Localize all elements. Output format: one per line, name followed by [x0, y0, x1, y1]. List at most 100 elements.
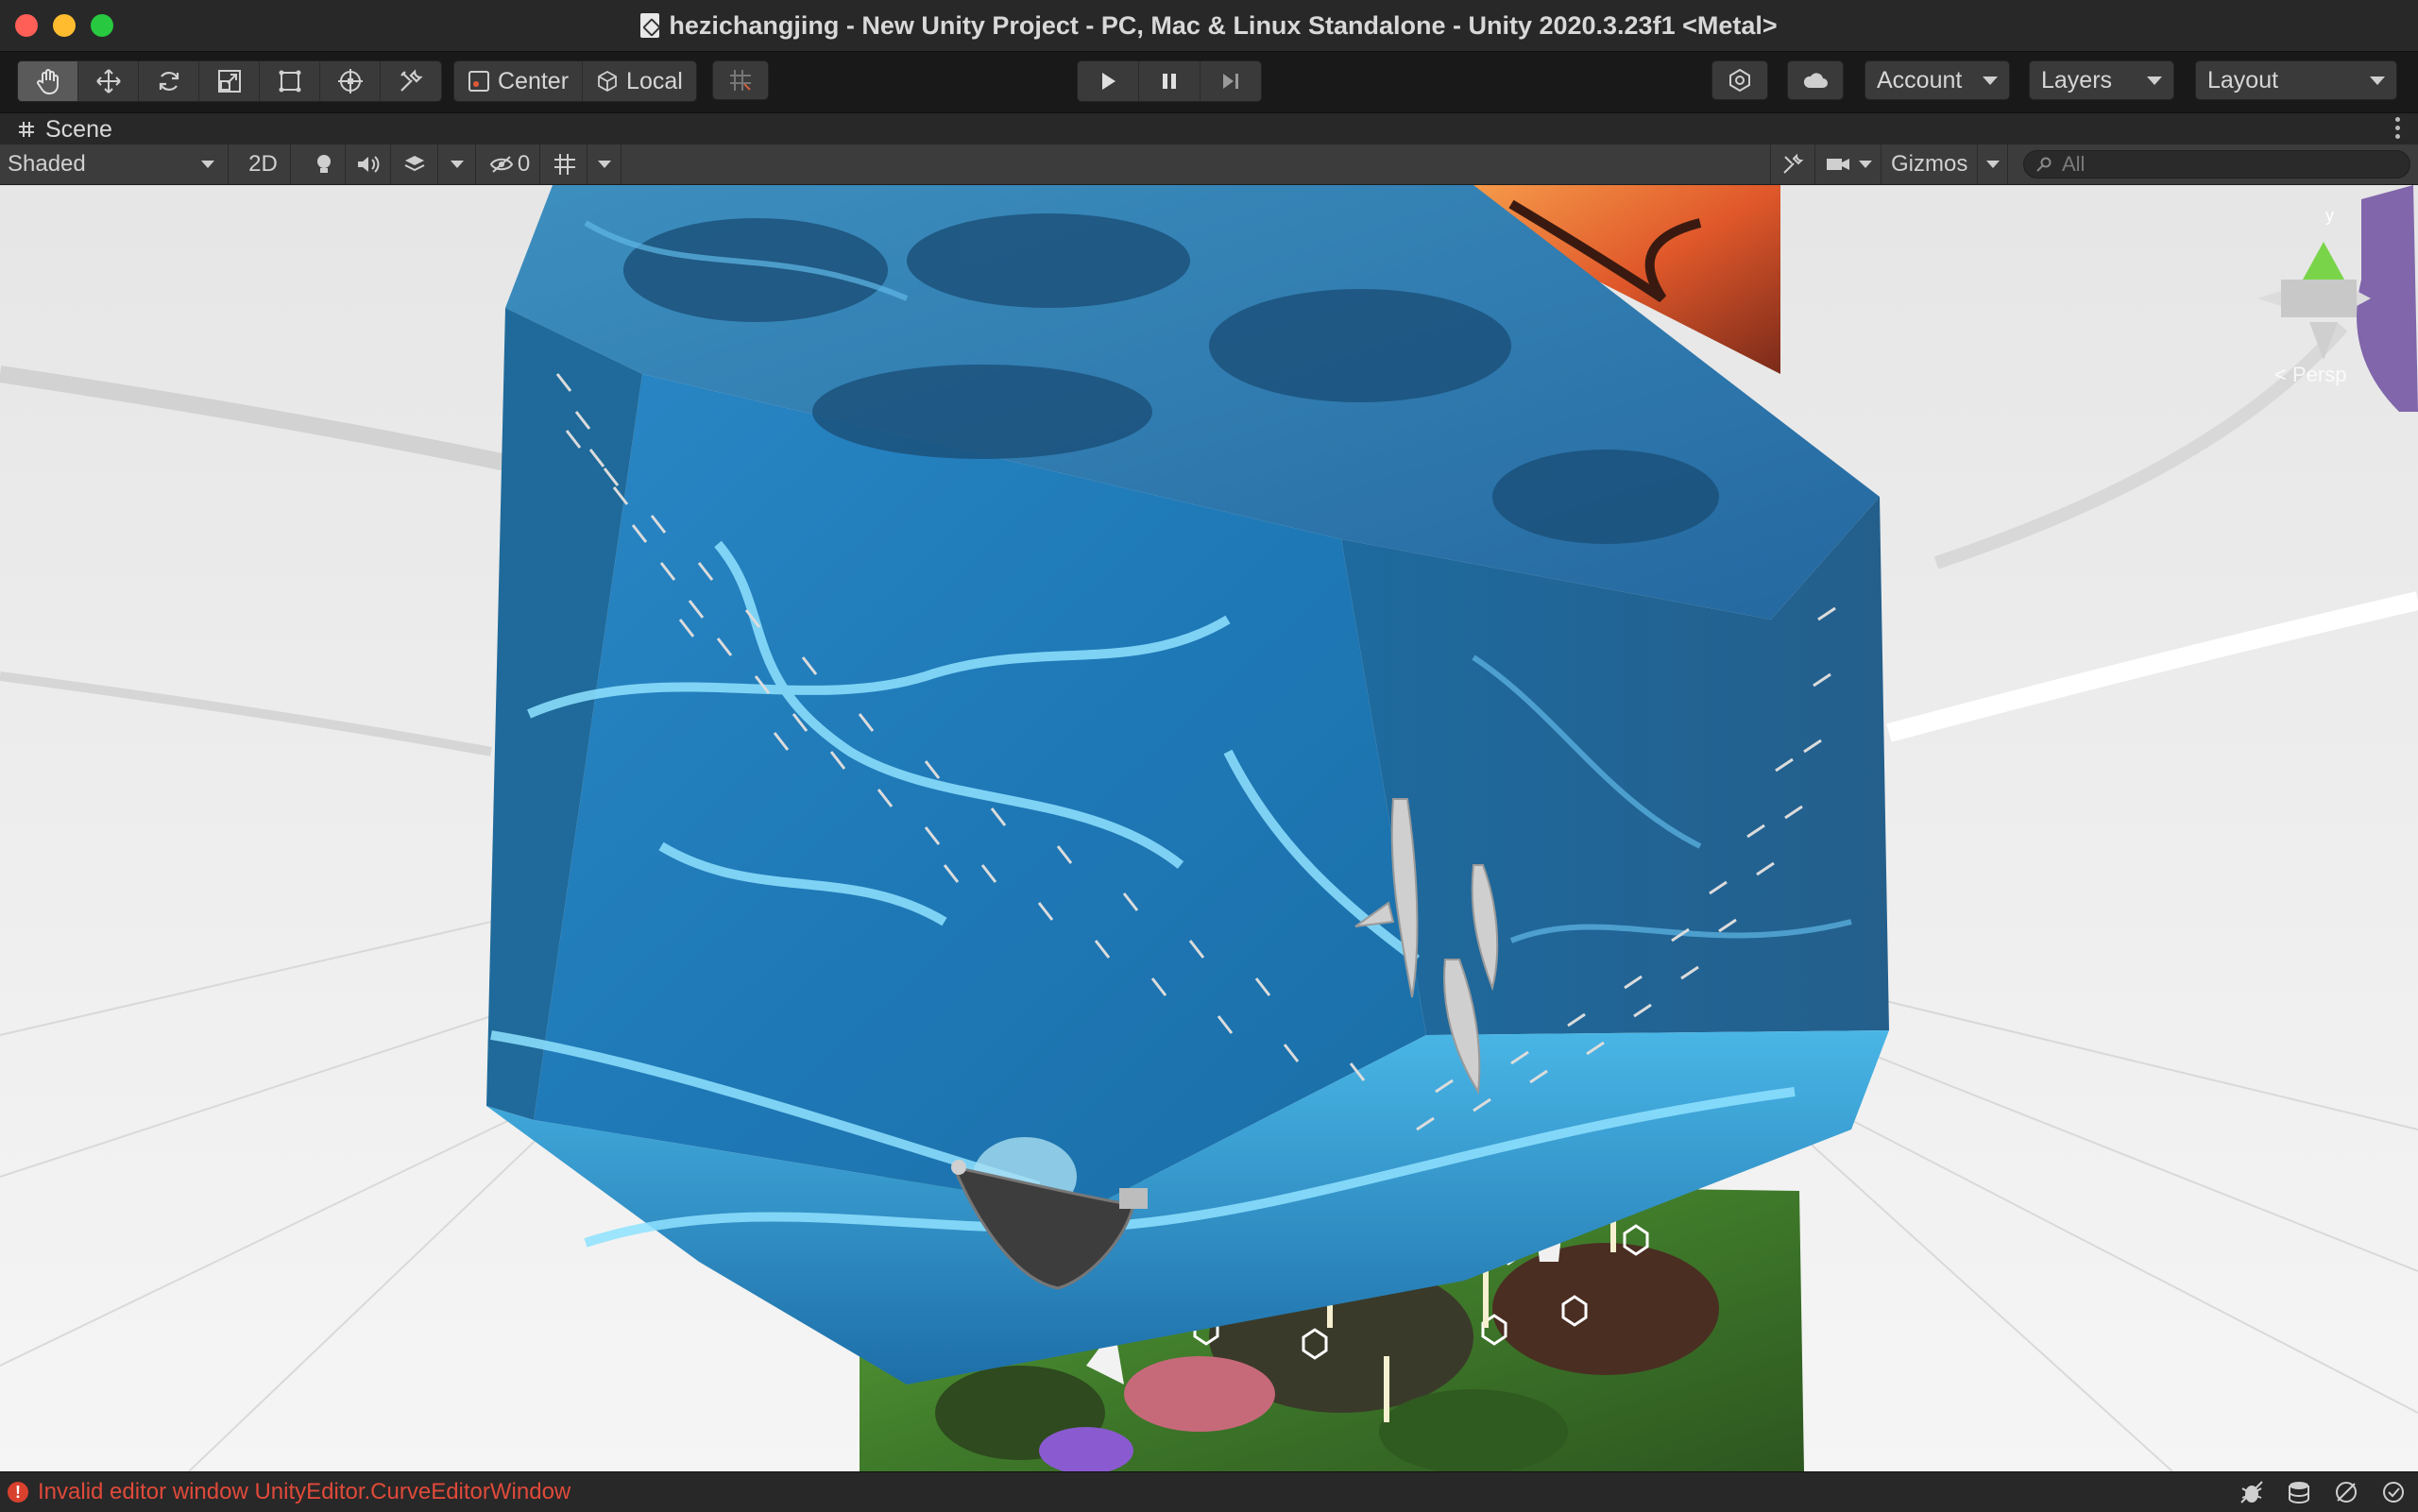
hidden-eye-icon: [489, 156, 513, 173]
component-tools-button[interactable]: [1770, 144, 1815, 184]
layers-dropdown[interactable]: Layers: [2029, 60, 2174, 100]
hand-tool-button[interactable]: [18, 61, 78, 101]
scene-tab-bar: Scene: [0, 112, 2418, 145]
unity-document-icon: [640, 13, 660, 38]
transform-tools: [17, 60, 442, 102]
scale-tool-button[interactable]: [199, 61, 260, 101]
pivot-mode-label: Center: [498, 67, 570, 94]
scale-icon: [217, 70, 241, 93]
effects-toggle[interactable]: [391, 144, 438, 184]
2d-label: 2D: [248, 151, 278, 177]
status-icons: [2237, 1478, 2409, 1506]
step-button[interactable]: [1200, 61, 1261, 101]
gizmos-dropdown[interactable]: Gizmos: [1883, 144, 2008, 184]
camera-icon: [1826, 159, 1849, 170]
audio-toggle[interactable]: [346, 144, 391, 184]
lighting-toggle[interactable]: [302, 144, 346, 184]
scene-view-toolbar: Shaded 2D 0 Gizmos: [0, 144, 2418, 185]
chevron-down-icon: [201, 161, 214, 168]
hash-icon: [19, 122, 34, 137]
layout-label: Layout: [2207, 66, 2279, 93]
pivot-mode-toggle[interactable]: Center: [454, 61, 584, 101]
chevron-down-icon: [1986, 161, 2000, 168]
cloud-services-button[interactable]: [1787, 60, 1844, 100]
transform-icon: [337, 69, 363, 93]
gizmo-y-label: y: [2325, 206, 2334, 225]
chevron-down-icon: [1983, 76, 1998, 85]
pivot-rotation-toggle[interactable]: Local: [583, 61, 696, 101]
chevron-down-icon: [597, 161, 611, 168]
grid-toggle[interactable]: [542, 144, 587, 184]
layout-dropdown[interactable]: Layout: [2195, 60, 2397, 100]
chevron-down-icon: [2370, 76, 2385, 85]
rect-tool-button[interactable]: [260, 61, 320, 101]
console-message[interactable]: ! Invalid editor window UnityEditor.Curv…: [0, 1479, 570, 1505]
maximize-window-button[interactable]: [91, 14, 113, 37]
status-message-text: Invalid editor window UnityEditor.CurveE…: [38, 1479, 571, 1504]
error-icon: !: [8, 1482, 28, 1503]
cloud-icon: [1803, 73, 1828, 88]
hand-icon: [36, 69, 59, 95]
camera-settings-dropdown[interactable]: [1815, 144, 1882, 184]
minimize-window-button[interactable]: [53, 14, 76, 37]
close-window-button[interactable]: [15, 14, 38, 37]
grid-icon: [553, 154, 575, 175]
pivot-controls: Center Local: [453, 60, 697, 102]
chevron-down-icon: [450, 161, 464, 168]
gizmos-label: Gizmos: [1891, 151, 1968, 177]
tools-icon: [400, 69, 423, 92]
rotate-icon: [159, 72, 179, 91]
pivot-center-icon: [468, 71, 489, 92]
title-bar: hezichangjing - New Unity Project - PC, …: [0, 0, 2418, 52]
window-controls: [15, 14, 113, 37]
step-icon: [1223, 74, 1238, 89]
draw-mode-dropdown[interactable]: Shaded: [0, 144, 229, 184]
tab-scene[interactable]: Scene: [0, 116, 112, 144]
lightbulb-icon: [316, 155, 331, 173]
scene-search-input[interactable]: [2060, 151, 2385, 178]
tab-menu-icon[interactable]: [2395, 117, 2401, 139]
scene-search-field[interactable]: [2023, 150, 2410, 178]
local-cube-icon: [598, 70, 617, 93]
move-tool-button[interactable]: [78, 61, 139, 101]
main-toolbar: Center Local Account Layers Layout: [0, 52, 2418, 112]
status-bar: ! Invalid editor window UnityEditor.Curv…: [0, 1471, 2418, 1512]
hidden-count: 0: [517, 151, 531, 177]
grid-snap-icon: [730, 70, 751, 91]
play-button[interactable]: [1078, 61, 1139, 101]
cache-server-icon[interactable]: [2284, 1478, 2314, 1506]
tab-scene-label: Scene: [45, 115, 112, 143]
scene-visibility-toggle[interactable]: 0: [480, 144, 540, 184]
play-icon: [1102, 73, 1115, 90]
rect-transform-icon: [279, 70, 300, 93]
persp-label: < Persp: [2274, 363, 2346, 386]
speaker-icon: [357, 156, 379, 173]
window-title: hezichangjing - New Unity Project - PC, …: [669, 10, 1778, 40]
tools-icon: [1783, 153, 1804, 174]
effects-dropdown[interactable]: [438, 144, 476, 184]
grid-dropdown[interactable]: [587, 144, 622, 184]
collab-icon: [1729, 68, 1750, 93]
account-dropdown[interactable]: Account: [1865, 60, 2010, 100]
transform-tool-button[interactable]: [320, 61, 381, 101]
pause-icon: [1163, 74, 1176, 89]
search-icon: [2036, 157, 2052, 172]
move-icon: [95, 69, 121, 93]
custom-tool-button[interactable]: [381, 61, 441, 101]
pause-button[interactable]: [1139, 61, 1200, 101]
auto-generate-lighting-icon[interactable]: [2331, 1478, 2361, 1506]
account-label: Account: [1877, 66, 1963, 93]
collab-button[interactable]: [1711, 60, 1768, 100]
scene-render: y < Persp: [0, 185, 2418, 1471]
grid-snapping-button[interactable]: [712, 60, 769, 100]
scene-viewport[interactable]: y < Persp: [0, 185, 2418, 1471]
chevron-down-icon: [1858, 161, 1872, 168]
window-title-group: hezichangjing - New Unity Project - PC, …: [640, 10, 1778, 41]
2d-mode-toggle[interactable]: 2D: [236, 144, 291, 184]
rotate-tool-button[interactable]: [139, 61, 199, 101]
layers-stack-icon: [404, 156, 424, 172]
play-controls: [1077, 60, 1262, 102]
progress-check-icon[interactable]: [2378, 1478, 2409, 1506]
draw-mode-label: Shaded: [8, 151, 86, 177]
bug-icon[interactable]: [2237, 1478, 2267, 1506]
